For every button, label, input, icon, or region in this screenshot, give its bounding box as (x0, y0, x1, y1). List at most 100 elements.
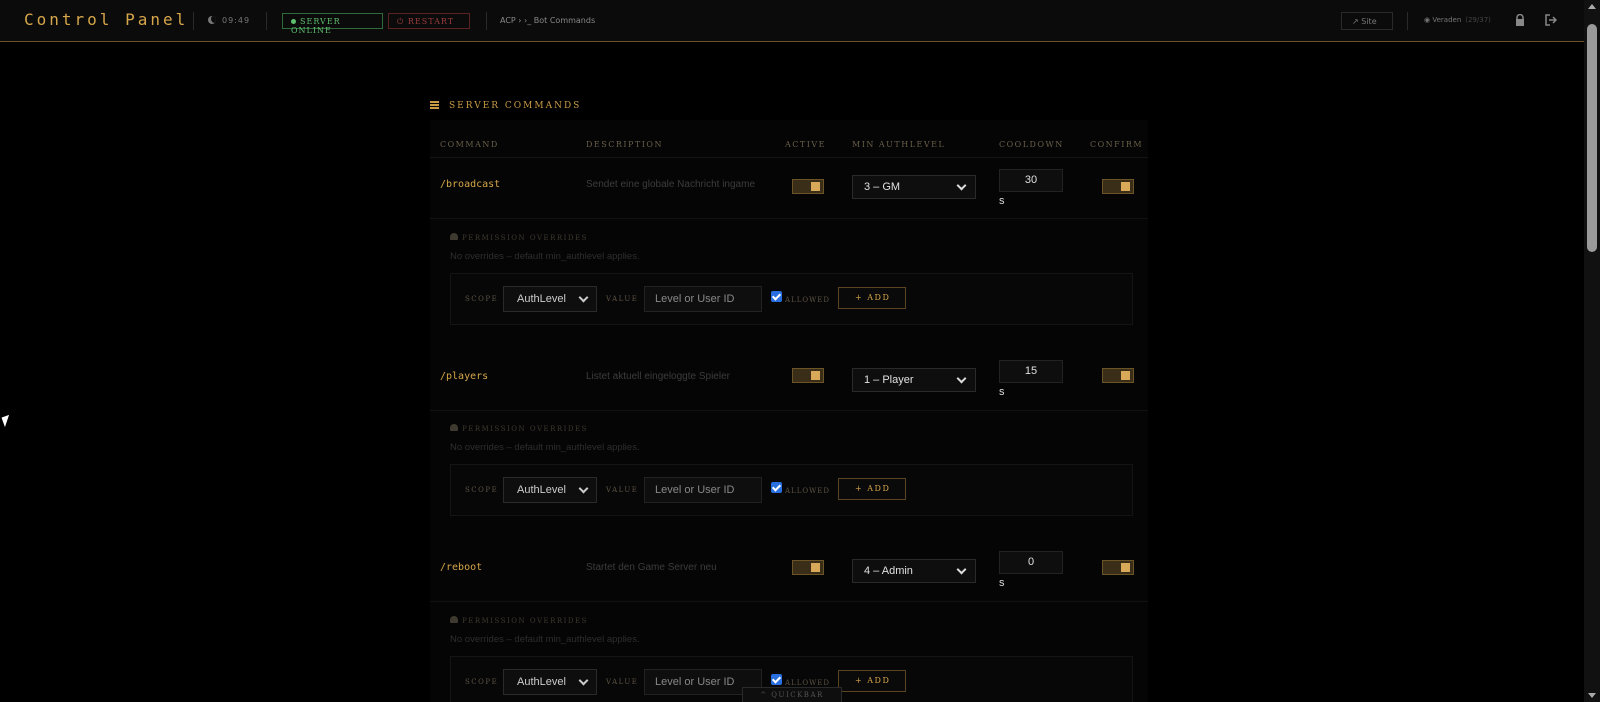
value-label: VALUE (606, 678, 639, 686)
divider (193, 12, 194, 30)
external-link-icon: ↗ (1352, 17, 1362, 26)
breadcrumb: ACP › ›_ Bot Commands (500, 16, 596, 25)
logout-icon[interactable] (1545, 14, 1557, 26)
active-toggle[interactable] (792, 368, 824, 383)
scrollbar[interactable] (1584, 0, 1600, 702)
value-input[interactable]: Level or User ID (644, 286, 762, 312)
divider (1407, 12, 1408, 30)
chevron-down-icon (956, 180, 967, 191)
database-icon (430, 101, 439, 109)
command-description: Sendet eine globale Nachricht ingame (586, 179, 755, 190)
min-authlevel-select[interactable]: 1 – Player (852, 368, 976, 392)
allowed-label: ALLOWED (785, 679, 831, 687)
confirm-toggle[interactable] (1102, 179, 1134, 194)
server-status-label: SERVER ONLINE (291, 17, 341, 35)
chevron-down-icon (956, 373, 967, 384)
cooldown-input[interactable]: 30 (999, 169, 1063, 192)
permission-note: No overrides – default min_authlevel app… (450, 251, 640, 262)
toggle-knob (1121, 182, 1130, 191)
scroll-up-icon[interactable] (1588, 4, 1596, 9)
permission-note: No overrides – default min_authlevel app… (450, 442, 640, 453)
table-row: /players Listet aktuell eingeloggte Spie… (430, 351, 1148, 411)
value-label: VALUE (606, 486, 639, 494)
table-row: /broadcast Sendet eine globale Nachricht… (430, 159, 1148, 219)
clock: 09:49 (208, 15, 250, 25)
min-authlevel-value: 4 – Admin (864, 565, 913, 577)
lock-icon[interactable] (1515, 14, 1525, 26)
column-header-description: DESCRIPTION (586, 140, 663, 149)
user-lock-icon (450, 424, 458, 431)
scrollbar-thumb[interactable] (1587, 24, 1597, 252)
add-override-button[interactable]: + ADD (838, 287, 906, 309)
scope-select[interactable]: AuthLevel (503, 669, 597, 695)
column-header-active: ACTIVE (785, 140, 827, 149)
mouse-cursor-icon (1, 414, 13, 428)
allowed-checkbox[interactable] (771, 482, 782, 493)
chevron-down-icon (578, 483, 589, 494)
permission-overrides-title: PERMISSION OVERRIDES (450, 233, 588, 242)
override-form: SCOPE AuthLevel VALUE Level or User ID A… (450, 464, 1133, 516)
column-header-command: COMMAND (440, 140, 499, 149)
scope-label: SCOPE (465, 486, 499, 494)
active-toggle[interactable] (792, 179, 824, 194)
chevron-down-icon (578, 675, 589, 686)
chevron-down-icon (956, 564, 967, 575)
permission-overrides-label: PERMISSION OVERRIDES (462, 617, 588, 625)
scroll-down-icon[interactable] (1588, 693, 1596, 698)
clock-time: 09:49 (222, 16, 251, 25)
scope-label: SCOPE (465, 295, 499, 303)
min-authlevel-select[interactable]: 4 – Admin (852, 559, 976, 583)
section-title: SERVER COMMANDS (430, 101, 581, 111)
command-name: /broadcast (440, 179, 501, 190)
site-button[interactable]: ↗ Site (1341, 12, 1393, 30)
section-title-label: SERVER COMMANDS (449, 101, 582, 111)
confirm-toggle[interactable] (1102, 560, 1134, 575)
permission-note: No overrides – default min_authlevel app… (450, 634, 640, 645)
column-header-min-authlevel: MIN AUTHLEVEL (852, 140, 946, 149)
restart-button[interactable]: ⏻ RESTART (388, 13, 470, 29)
scope-label: SCOPE (465, 678, 499, 686)
user-lock-icon (450, 233, 458, 240)
user-info[interactable]: ◉ Veraden (29/37) (1424, 16, 1491, 24)
user-name: Veraden (1432, 16, 1462, 24)
table-row: /reboot Startet den Game Server neu 4 – … (430, 542, 1148, 602)
allowed-checkbox[interactable] (771, 291, 782, 302)
confirm-toggle[interactable] (1102, 368, 1134, 383)
command-name: /players (440, 371, 489, 382)
permission-overrides-label: PERMISSION OVERRIDES (462, 234, 588, 242)
cooldown-input[interactable]: 15 (999, 360, 1063, 383)
scope-value: AuthLevel (517, 293, 566, 305)
active-toggle[interactable] (792, 560, 824, 575)
value-input[interactable]: Level or User ID (644, 477, 762, 503)
toggle-knob (811, 563, 820, 572)
command-description: Startet den Game Server neu (586, 562, 717, 573)
user-meta: (29/37) (1465, 16, 1491, 24)
permission-overrides: PERMISSION OVERRIDES No overrides – defa… (450, 416, 1136, 534)
toggle-knob (811, 371, 820, 380)
allowed-label: ALLOWED (785, 296, 831, 304)
scope-select[interactable]: AuthLevel (503, 477, 597, 503)
scope-select[interactable]: AuthLevel (503, 286, 597, 312)
permission-overrides: PERMISSION OVERRIDES No overrides – defa… (450, 225, 1136, 343)
toggle-knob (1121, 563, 1130, 572)
scope-value: AuthLevel (517, 676, 566, 688)
min-authlevel-value: 3 – GM (864, 181, 901, 193)
command-name: /reboot (440, 562, 483, 573)
column-header-cooldown: COOLDOWN (999, 140, 1064, 149)
min-authlevel-select[interactable]: 3 – GM (852, 175, 976, 199)
commands-table: COMMAND DESCRIPTION ACTIVE MIN AUTHLEVEL… (430, 120, 1148, 702)
value-label: VALUE (606, 295, 639, 303)
add-override-button[interactable]: + ADD (838, 670, 906, 692)
quickbar-toggle[interactable]: ^ QUICKBAR (742, 687, 842, 702)
table-header: COMMAND DESCRIPTION ACTIVE MIN AUTHLEVEL… (430, 120, 1148, 158)
min-authlevel-value: 1 – Player (864, 374, 914, 386)
cooldown-input[interactable]: 0 (999, 551, 1063, 574)
status-dot-icon (291, 19, 296, 24)
cooldown-unit: s (999, 386, 1005, 398)
divider (486, 12, 487, 30)
chevron-down-icon (578, 292, 589, 303)
permission-overrides-title: PERMISSION OVERRIDES (450, 616, 588, 625)
add-override-button[interactable]: + ADD (838, 478, 906, 500)
allowed-checkbox[interactable] (771, 674, 782, 685)
cooldown-unit: s (999, 195, 1005, 207)
